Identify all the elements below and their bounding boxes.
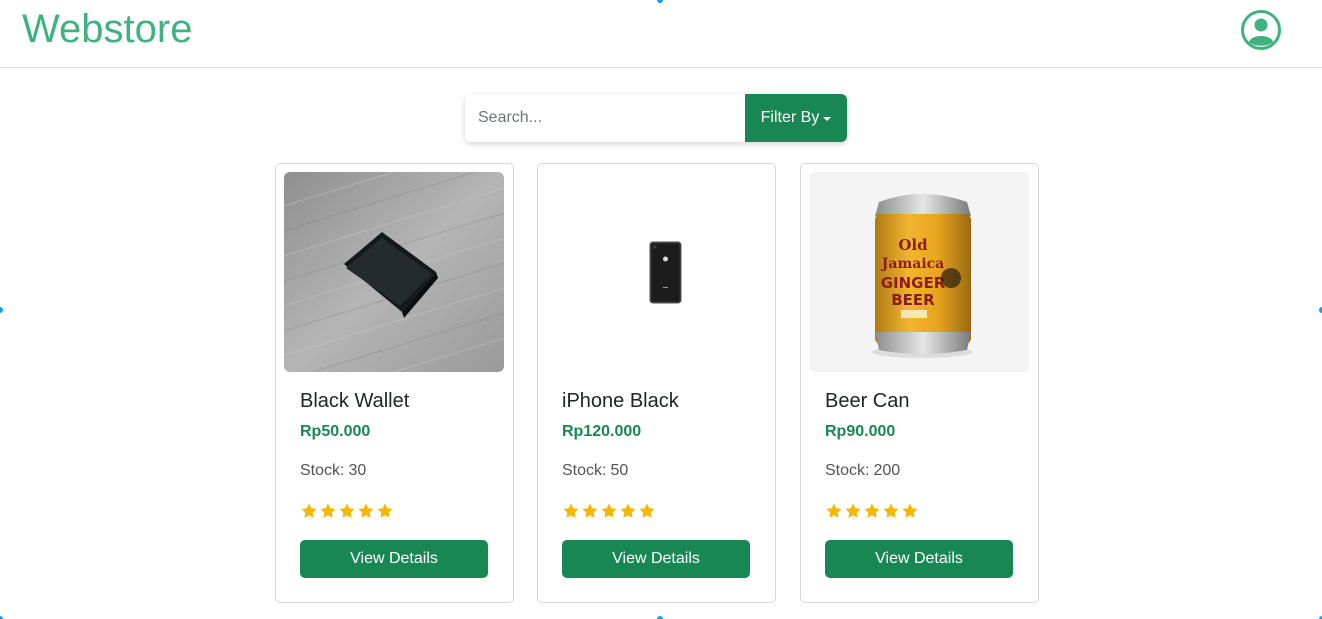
navbar: Webstore <box>0 0 1322 68</box>
beer-can-image: Old Jamaica GINGER BEER <box>809 172 1029 372</box>
stock-label: Stock: <box>562 462 607 479</box>
svg-text:Old: Old <box>898 236 928 254</box>
search-input[interactable] <box>465 94 745 142</box>
user-circle-icon[interactable] <box>1240 9 1282 51</box>
product-stock: Stock: 50 <box>562 462 628 480</box>
product-name: Black Wallet <box>300 390 410 412</box>
product-stock: Stock: 200 <box>825 462 900 480</box>
view-details-button[interactable]: View Details <box>300 540 488 578</box>
star-icon <box>339 503 355 518</box>
star-icon <box>377 503 393 518</box>
star-icon <box>358 503 374 518</box>
rating-stars <box>562 502 656 520</box>
rating-stars <box>825 502 919 520</box>
product-price: Rp90.000 <box>825 423 896 440</box>
stock-value: 200 <box>873 462 901 479</box>
resize-handle[interactable] <box>0 307 3 313</box>
star-icon <box>320 503 336 518</box>
star-icon <box>582 503 598 518</box>
stock-value: 50 <box>610 462 629 479</box>
product-price: Rp50.000 <box>300 423 371 440</box>
star-icon <box>620 503 636 518</box>
star-icon <box>563 503 579 518</box>
star-icon <box>601 503 617 518</box>
svg-text:BEER: BEER <box>891 291 935 309</box>
star-icon <box>864 503 880 518</box>
stock-value: 30 <box>348 462 367 479</box>
product-stock: Stock: 30 <box>300 462 366 480</box>
svg-text:Jamaica: Jamaica <box>880 256 945 272</box>
star-icon <box>826 503 842 518</box>
svg-text:GINGER: GINGER <box>881 274 946 292</box>
filter-by-button[interactable]: Filter By <box>745 94 847 142</box>
star-icon <box>639 503 655 518</box>
star-icon <box>902 503 918 518</box>
product-name: Beer Can <box>825 390 910 412</box>
filter-by-label: Filter By <box>760 109 820 126</box>
rating-stars <box>300 502 394 520</box>
brand-logo[interactable]: Webstore <box>22 7 192 52</box>
black-wallet-image <box>284 172 504 372</box>
stock-label: Stock: <box>300 462 345 479</box>
star-icon <box>845 503 861 518</box>
search-bar: Filter By <box>465 94 847 142</box>
product-name: iPhone Black <box>562 390 679 412</box>
view-details-button[interactable]: View Details <box>825 540 1013 578</box>
product-price: Rp120.000 <box>562 423 642 440</box>
product-card: iPhone Black Rp120.000 Stock: 50 View Det… <box>537 163 776 603</box>
stock-label: Stock: <box>825 462 870 479</box>
caret-down-icon <box>823 117 832 121</box>
star-icon <box>301 503 317 518</box>
product-card: Old Jamaica GINGER BEER Beer Can Rp90.00… <box>800 163 1039 603</box>
view-details-button[interactable]: View Details <box>562 540 750 578</box>
star-icon <box>883 503 899 518</box>
iphone-black-image <box>546 172 766 372</box>
product-card: Black Wallet Rp50.000 Stock: 30 View Deta… <box>275 163 514 603</box>
